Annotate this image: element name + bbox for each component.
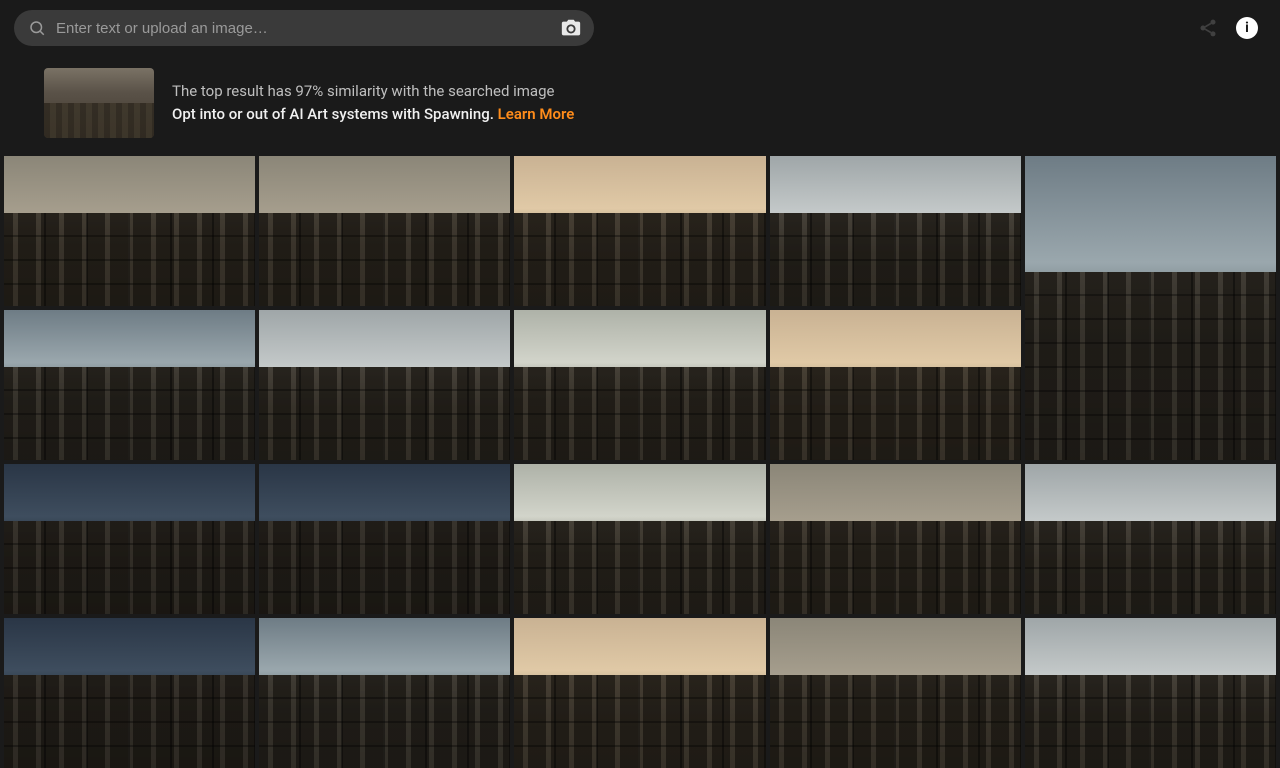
search-input[interactable] bbox=[56, 20, 546, 37]
upload-image-button[interactable] bbox=[556, 13, 586, 43]
result-tile[interactable] bbox=[1025, 156, 1276, 460]
result-tile[interactable] bbox=[4, 618, 255, 768]
result-banner: The top result has 97% similarity with t… bbox=[0, 56, 1280, 156]
result-tile[interactable] bbox=[1025, 618, 1276, 768]
opt-text-label: Opt into or out of AI Art systems with S… bbox=[172, 105, 498, 123]
camera-icon bbox=[560, 17, 582, 39]
searched-image-thumbnail[interactable] bbox=[44, 68, 154, 138]
result-tile[interactable] bbox=[514, 618, 765, 768]
result-tile[interactable] bbox=[514, 310, 765, 460]
result-tile[interactable] bbox=[770, 156, 1021, 306]
result-tile[interactable] bbox=[259, 618, 510, 768]
result-tile[interactable] bbox=[4, 310, 255, 460]
similarity-text: The top result has 97% similarity with t… bbox=[172, 80, 574, 103]
result-tile[interactable] bbox=[770, 310, 1021, 460]
result-tile[interactable] bbox=[770, 464, 1021, 614]
result-tile[interactable] bbox=[514, 464, 765, 614]
result-tile[interactable] bbox=[770, 618, 1021, 768]
result-tile[interactable] bbox=[259, 156, 510, 306]
info-button[interactable]: i bbox=[1236, 17, 1258, 39]
search-icon bbox=[28, 19, 46, 37]
search-bar[interactable] bbox=[14, 10, 594, 46]
result-tile[interactable] bbox=[259, 464, 510, 614]
banner-text: The top result has 97% similarity with t… bbox=[172, 80, 574, 127]
result-tile[interactable] bbox=[4, 156, 255, 306]
topbar-actions: i bbox=[1198, 17, 1266, 39]
result-tile[interactable] bbox=[1025, 464, 1276, 614]
results-grid bbox=[0, 156, 1280, 768]
result-tile[interactable] bbox=[259, 310, 510, 460]
share-icon[interactable] bbox=[1198, 18, 1218, 38]
info-icon: i bbox=[1245, 20, 1249, 36]
result-tile[interactable] bbox=[4, 464, 255, 614]
topbar: i bbox=[0, 0, 1280, 56]
opt-text: Opt into or out of AI Art systems with S… bbox=[172, 103, 574, 126]
result-tile[interactable] bbox=[514, 156, 765, 306]
learn-more-link[interactable]: Learn More bbox=[498, 105, 575, 123]
